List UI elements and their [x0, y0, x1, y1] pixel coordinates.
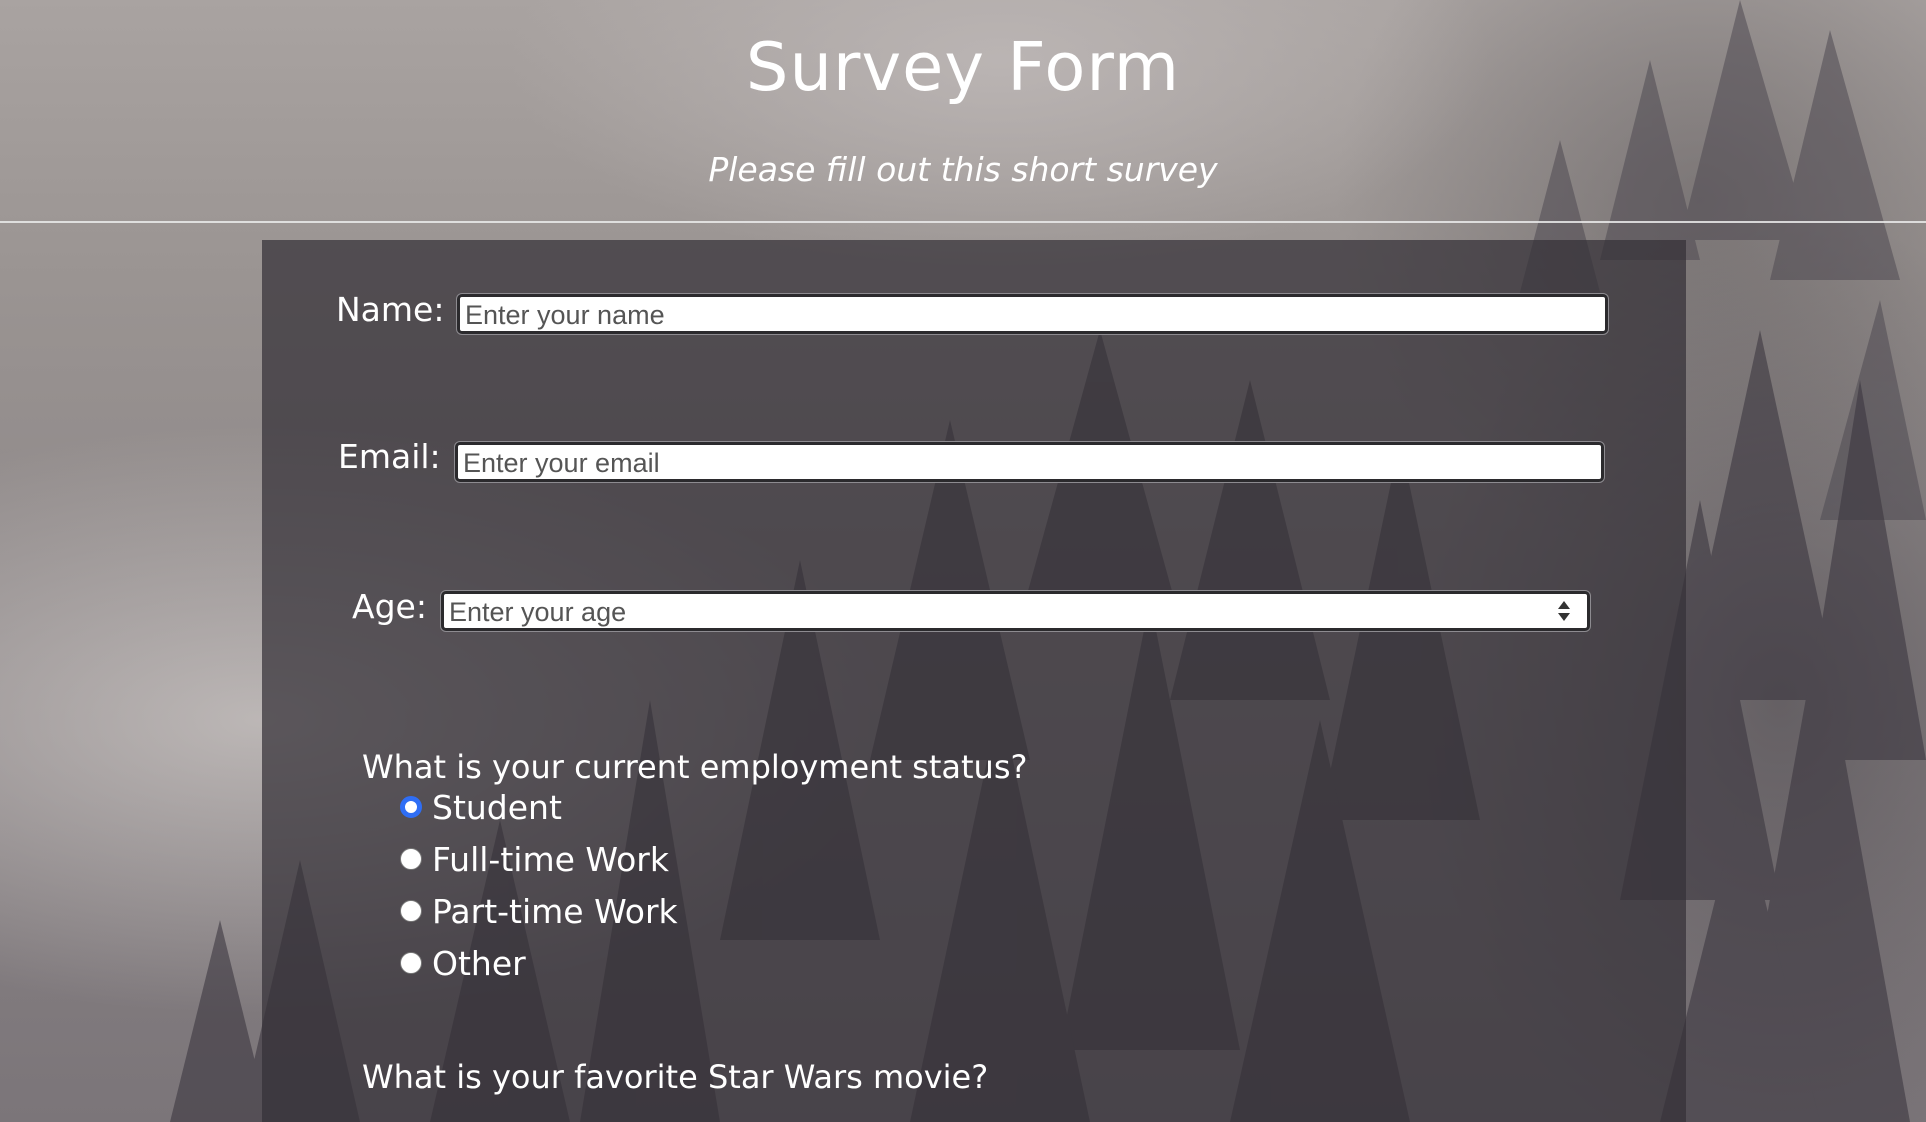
number-spinner-icon[interactable]: [1555, 597, 1573, 625]
radio-part-time[interactable]: [400, 900, 422, 922]
page-header: Survey Form Please fill out this short s…: [0, 0, 1926, 222]
email-input[interactable]: [455, 442, 1604, 482]
radio-label-full-time: Full-time Work: [432, 839, 669, 879]
radio-student[interactable]: [400, 796, 422, 818]
header-divider: [0, 221, 1926, 223]
employment-option-other[interactable]: Other: [400, 941, 526, 985]
radio-full-time[interactable]: [400, 848, 422, 870]
radio-label-other: Other: [432, 943, 526, 983]
employment-option-full-time[interactable]: Full-time Work: [400, 837, 669, 881]
age-label: Age:: [352, 587, 427, 626]
page-title: Survey Form: [745, 28, 1181, 106]
radio-label-student: Student: [432, 787, 562, 827]
age-input[interactable]: [441, 591, 1590, 631]
star-wars-question: What is your favorite Star Wars movie?: [362, 1058, 989, 1096]
employment-question: What is your current employment status?: [362, 748, 1028, 786]
name-input[interactable]: [457, 294, 1608, 334]
name-label: Name:: [336, 290, 445, 329]
email-label: Email:: [338, 437, 441, 476]
employment-option-part-time[interactable]: Part-time Work: [400, 889, 678, 933]
survey-form-panel: Name: Email: Age: What is your current e…: [262, 240, 1686, 1122]
radio-label-part-time: Part-time Work: [432, 891, 678, 931]
radio-other[interactable]: [400, 952, 422, 974]
page-subtitle: Please fill out this short survey: [708, 150, 1218, 189]
employment-option-student[interactable]: Student: [400, 785, 562, 829]
